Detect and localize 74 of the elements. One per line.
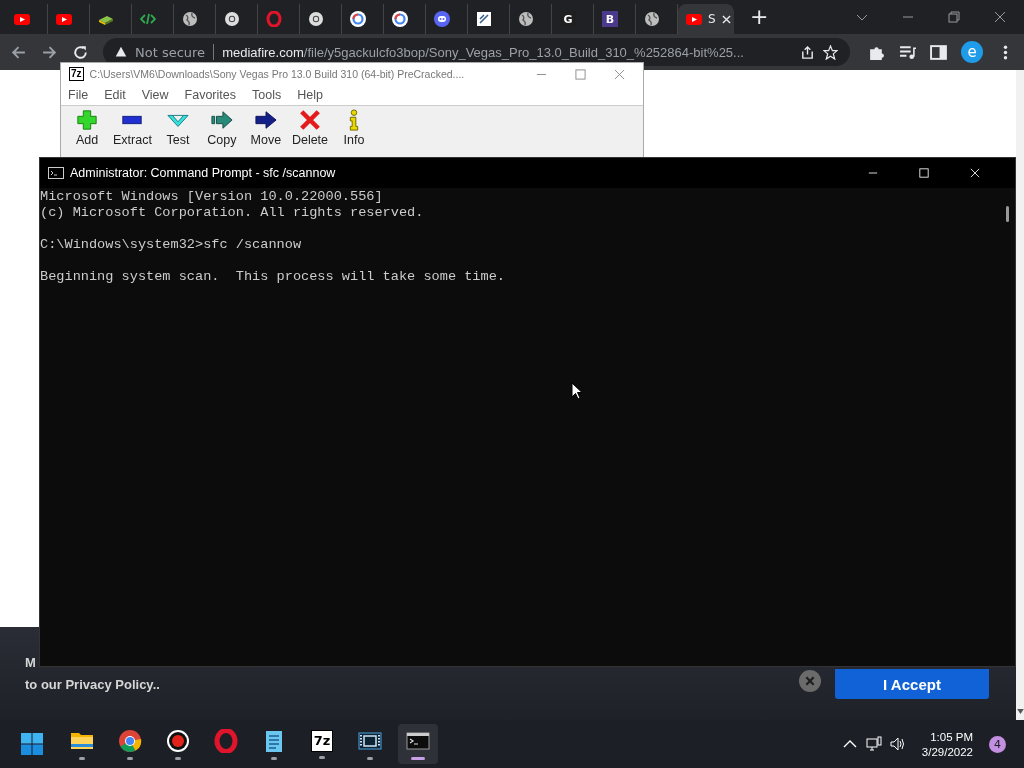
notification-badge[interactable]: 4	[989, 735, 1006, 753]
ring-icon	[350, 11, 366, 27]
taskbar-app[interactable]	[398, 724, 438, 764]
reload-icon[interactable]	[72, 43, 89, 61]
chat-icon	[434, 11, 450, 27]
menu-item[interactable]: Edit	[104, 88, 126, 102]
site-icon: G	[560, 11, 576, 27]
toolbar-button[interactable]: Delete	[289, 109, 331, 147]
clock-date[interactable]: 3/29/2022	[921, 745, 973, 758]
plus-icon	[76, 109, 98, 131]
toolbar-button[interactable]: Add	[67, 109, 107, 147]
banner-text: to our Privacy Policy..	[25, 677, 160, 692]
archiver-icon: 7z	[310, 729, 334, 752]
scrollbar[interactable]	[1016, 70, 1024, 720]
taskbar-app[interactable]: 7z	[302, 724, 342, 764]
toolbar-button[interactable]: Test	[157, 109, 198, 147]
playlist-icon[interactable]	[899, 43, 916, 61]
side-panel-icon[interactable]	[930, 43, 947, 61]
delete-icon	[298, 109, 321, 131]
start-icon[interactable]	[20, 732, 44, 756]
close-icon[interactable]	[994, 11, 1006, 23]
ring-icon	[392, 11, 408, 27]
record-icon	[166, 728, 190, 753]
console-line: (c) Microsoft Corporation. All rights reserved.	[40, 205, 425, 221]
menu-item[interactable]: Help	[297, 88, 323, 102]
star-icon[interactable]	[823, 44, 838, 60]
clock-time[interactable]: 1:05 PM	[930, 730, 973, 743]
play-icon	[56, 11, 72, 27]
share-icon[interactable]	[800, 44, 815, 60]
console-line: Microsoft Windows [Version 10.0.22000.556]	[40, 189, 384, 205]
archiver-icon: 7z	[69, 67, 84, 81]
globe-icon	[182, 11, 198, 27]
play-icon	[14, 11, 30, 27]
browser-icon	[308, 11, 324, 27]
banner-text: M	[25, 655, 36, 670]
window-title: C:\Users\VM6\Downloads\Sony Vegas Pro 13.0 Build 310 (64-bit) PreCracked....	[89, 68, 466, 80]
globe-icon	[518, 11, 534, 27]
terminal-icon	[48, 167, 64, 179]
scrollbar-thumb[interactable]	[1005, 206, 1009, 222]
menu-item[interactable]: File	[68, 88, 89, 102]
ring-icon	[266, 11, 282, 27]
console-line: Beginning system scan. This process will take some time.	[40, 269, 506, 285]
address-bar[interactable]: Not secure mediafire.com/file/y5gackulcfo3bop/Sony_Vegas_Pro_13.0_Build_310_%252864-bit%25...	[103, 38, 850, 66]
tab-title: S	[708, 12, 716, 26]
menu-item[interactable]: Favorites	[184, 88, 236, 102]
browser-icon	[224, 11, 240, 27]
toolbar-button[interactable]: Info	[334, 109, 375, 147]
site-icon: B	[602, 11, 618, 27]
accept-button[interactable]: I Accept	[835, 669, 989, 699]
console-line: C:\Windows\system32>sfc /scannow	[40, 237, 303, 253]
menu-item[interactable]: Tools	[252, 88, 282, 102]
network-icon[interactable]	[865, 736, 882, 752]
new-tab-button[interactable]: +	[750, 6, 769, 28]
ring-icon	[214, 728, 238, 753]
arrow-icon	[210, 109, 233, 131]
browser-icon	[118, 728, 142, 753]
browser-tab[interactable]: S	[678, 4, 734, 34]
warning-icon	[115, 46, 127, 58]
play-icon	[686, 11, 702, 27]
toolbar-button[interactable]: Move	[245, 109, 286, 147]
document-icon	[476, 11, 492, 27]
window-title: Administrator: Command Prompt - sfc /scannow	[70, 166, 337, 180]
pointer-icon	[571, 382, 583, 400]
menu-item[interactable]: View	[141, 88, 169, 102]
arrow-icon	[254, 109, 277, 131]
toolbar-button[interactable]: Copy	[201, 109, 242, 147]
volume-icon[interactable]	[889, 736, 906, 752]
scroll-down-icon[interactable]	[1016, 709, 1024, 714]
toolbar-button[interactable]: Extract	[111, 109, 154, 147]
code-icon	[140, 11, 156, 27]
security-label: Not secure	[135, 44, 206, 60]
url-text: mediafire.com/file/y5gackulcfo3bop/Sony_Vegas_Pro_13.0_Build_310_%252864-bit%25...	[222, 44, 745, 60]
globe-icon	[644, 11, 660, 27]
restore-icon[interactable]	[948, 11, 960, 23]
